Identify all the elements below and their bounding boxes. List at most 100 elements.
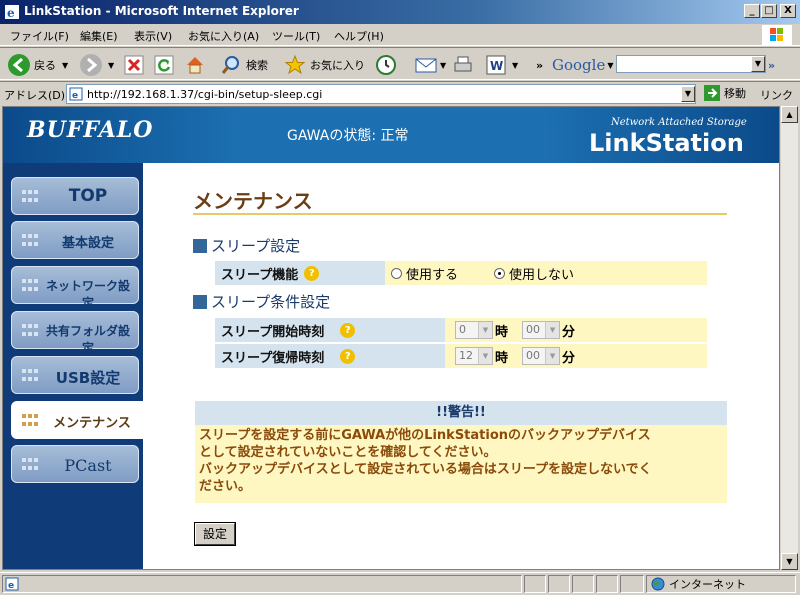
history-button[interactable] [374,52,398,78]
hour-unit: 時 [495,350,509,366]
sleep-start-label: スリープ開始時刻 [221,324,325,340]
back-button[interactable]: 戻る ▼ [8,52,68,78]
favorites-button[interactable]: お気に入り [284,52,365,78]
warning-line: バックアップデバイスとして設定されている場合はスリープを設定しないでく [199,462,652,477]
sleep-start-minute-select[interactable]: 00 ▼ [522,321,561,339]
close-button[interactable]: X [780,4,796,18]
nav-maintenance[interactable]: メンテナンス [11,401,147,439]
nav-usb-settings[interactable]: USB設定 [11,356,139,394]
nav-pcast[interactable]: PCast [11,445,139,483]
google-search-input[interactable]: ▼ [616,55,766,73]
sleep-resume-hour-value: 12 [459,349,473,362]
go-button[interactable]: 移動 [704,85,746,101]
sleep-disable-option[interactable]: 使用しない [494,264,574,283]
print-button[interactable] [452,52,474,78]
help-icon[interactable]: ? [340,322,356,338]
sleep-resume-hour-select[interactable]: 12 ▼ [455,347,493,365]
sleep-start-label-cell: スリープ開始時刻 ? [215,318,445,342]
google-overflow-icon[interactable]: » [768,52,775,78]
svg-text:e: e [8,581,14,591]
history-icon [376,55,396,75]
sleep-disable-radio[interactable] [494,267,506,279]
menu-help[interactable]: ヘルプ(H) [334,28,384,44]
nav-shared-folder-settings[interactable]: 共有フォルダ設定 [11,311,139,355]
grid-icon [22,369,38,383]
nav-top[interactable]: TOP [11,177,139,215]
page-viewport: BUFFALO GAWAの状態: 正常 Network Attached Sto… [2,106,780,570]
menu-bar: ファイル(F) 編集(E) 表示(V) お気に入り(A) ツール(T) ヘルプ(… [0,24,800,46]
menu-view[interactable]: 表示(V) [134,28,172,44]
page-icon: e [69,87,83,101]
mail-dropdown-icon[interactable]: ▼ [440,61,446,70]
grid-icon [22,234,38,248]
google-logo: Google [552,56,606,74]
minute-unit: 分 [562,350,576,366]
menu-edit[interactable]: 編集(E) [80,28,118,44]
edit-dropdown-icon[interactable]: ▼ [512,61,518,70]
sleep-resume-minute-select[interactable]: 00 ▼ [522,347,561,365]
apply-settings-button[interactable]: 設定 [194,522,236,546]
page-title: メンテナンス [193,189,313,213]
toolbar-overflow-icon[interactable]: » [536,52,543,78]
menu-tools[interactable]: ツール(T) [272,28,320,44]
home-icon [187,57,203,74]
back-dropdown-icon[interactable]: ▼ [62,61,68,70]
help-icon[interactable]: ? [304,265,320,281]
product-tagline: Network Attached Storage [611,117,747,128]
search-button[interactable]: 検索 [220,52,268,78]
help-icon[interactable]: ? [340,348,356,364]
refresh-icon [154,55,174,75]
title-divider [193,213,727,215]
sleep-function-label-cell: スリープ機能 ? [215,261,385,285]
stop-button[interactable] [124,52,144,78]
windows-logo-icon [762,25,792,45]
menu-file[interactable]: ファイル(F) [10,28,69,44]
address-bar: アドレス(D) e http://192.168.1.37/cgi-bin/se… [0,81,800,105]
menu-favorites[interactable]: お気に入り(A) [188,28,259,44]
google-search-dropdown-icon[interactable]: ▼ [751,56,765,72]
word-edit-icon: W [486,55,506,75]
google-dropdown-icon[interactable]: ▼ [607,61,613,70]
links-button[interactable]: リンク [760,87,793,103]
edit-button[interactable]: W ▼ [486,52,518,78]
sleep-enable-label: 使用する [406,267,459,283]
back-label: 戻る [34,59,56,72]
chevron-down-icon: ▼ [545,348,560,364]
forward-button[interactable]: ▼ [80,52,114,78]
grid-icon [22,279,38,293]
address-dropdown-icon[interactable]: ▼ [681,86,695,102]
status-cell [524,575,546,593]
nav-basic-settings[interactable]: 基本設定 [11,221,139,259]
vertical-scrollbar[interactable]: ▲ ▼ [780,106,798,570]
window-title-bar[interactable]: e LinkStation - Microsoft Internet Explo… [0,0,800,24]
sleep-settings-heading: スリープ設定 [193,235,300,256]
grid-icon [22,414,38,428]
mail-icon [415,58,437,73]
status-cell [596,575,618,593]
status-bar: e インターネット [0,572,800,595]
address-url: http://192.168.1.37/cgi-bin/setup-sleep.… [87,88,323,101]
maximize-button[interactable]: □ [761,4,777,18]
mail-button[interactable]: ▼ [414,52,446,78]
sleep-function-value-cell: 使用する 使用しない [385,261,707,285]
nav-network-settings[interactable]: ネットワーク設定 [11,266,139,310]
sleep-conditions-heading: スリープ条件設定 [193,291,330,312]
sleep-start-hour-select[interactable]: 0 ▼ [455,321,493,339]
address-label: アドレス(D) [4,89,66,102]
minimize-button[interactable]: _ [744,4,760,18]
grid-icon [22,324,38,338]
address-input[interactable]: e http://192.168.1.37/cgi-bin/setup-slee… [66,84,696,104]
home-button[interactable] [184,52,206,78]
scroll-up-icon[interactable]: ▲ [781,106,798,123]
sleep-enable-radio[interactable] [391,267,402,279]
grid-icon [22,458,38,472]
sleep-enable-option[interactable]: 使用する [391,264,458,283]
nav-usb-settings-label: USB設定 [55,369,121,387]
minute-unit: 分 [562,324,576,340]
refresh-button[interactable] [154,52,174,78]
google-toolbar[interactable]: Google ▼ [552,52,613,78]
toolbar: 戻る ▼ ▼ 検索 お気に入り ▼ W ▼ » Google ▼ ▼ » [0,47,800,80]
forward-dropdown-icon[interactable]: ▼ [108,61,114,70]
back-arrow-icon [8,54,30,76]
scroll-down-icon[interactable]: ▼ [781,553,798,570]
